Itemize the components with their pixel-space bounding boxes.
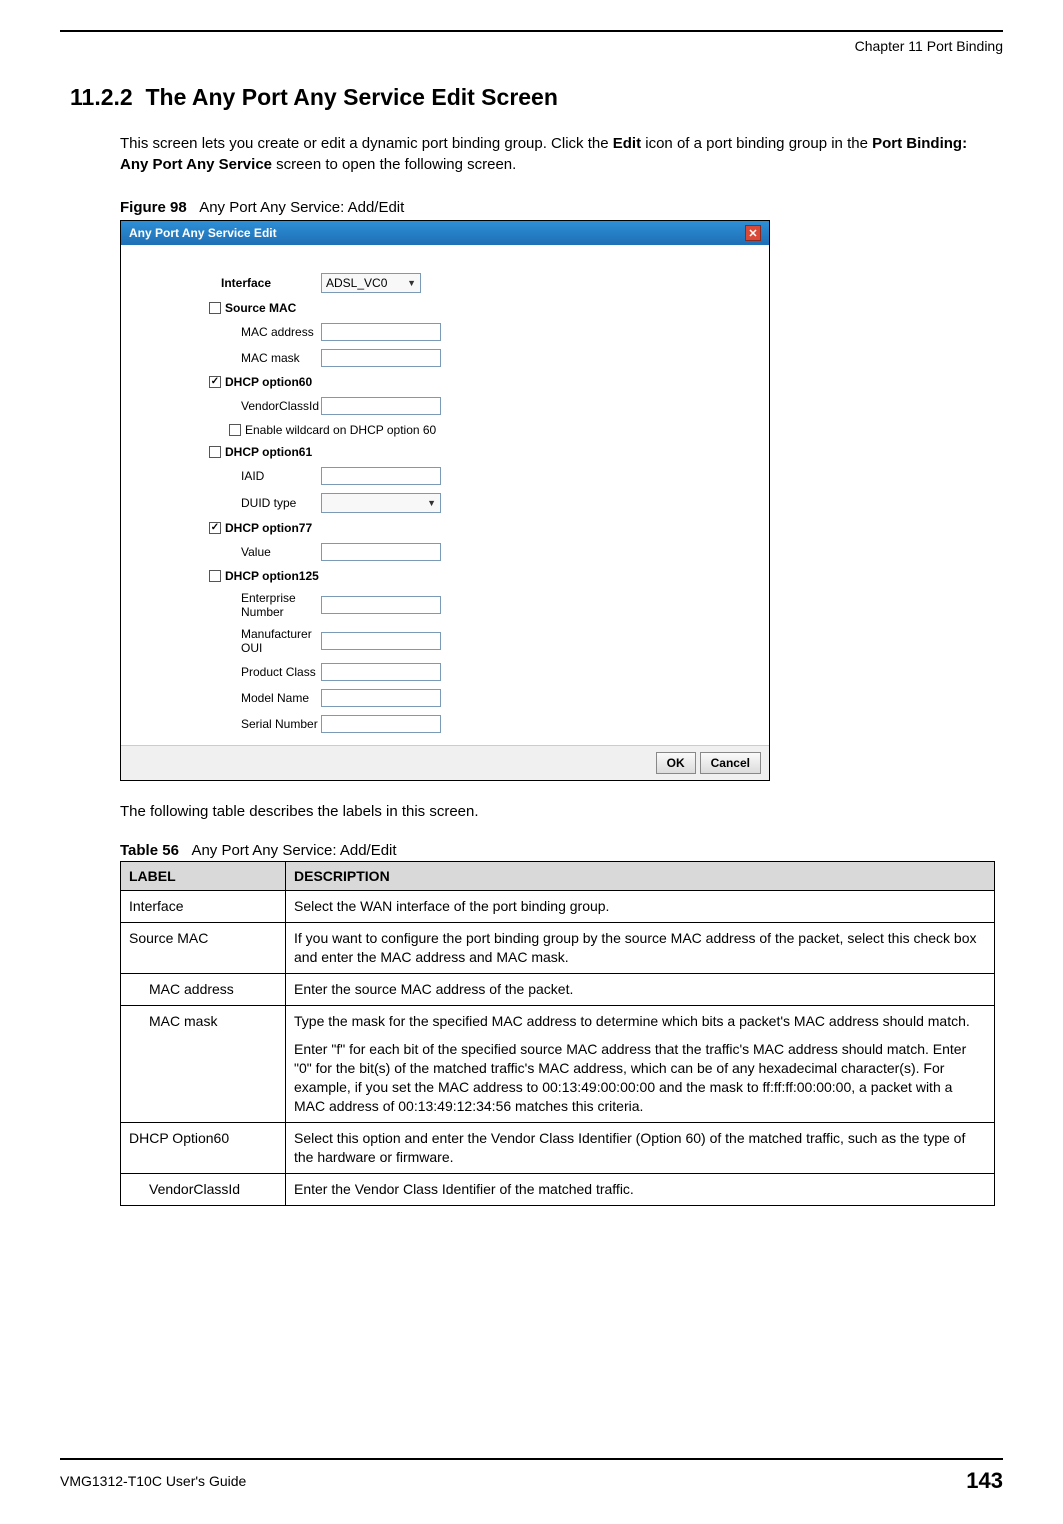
intro-bold-edit: Edit: [613, 135, 641, 152]
checkbox-icon[interactable]: [209, 376, 221, 388]
th-label: LABEL: [121, 862, 286, 891]
interface-value: ADSL_VC0: [326, 276, 387, 290]
dhcp60-label: DHCP option60: [225, 375, 312, 389]
checkbox-icon[interactable]: [209, 570, 221, 582]
dhcp61-label: DHCP option61: [225, 445, 312, 459]
table-caption: Table 56 Any Port Any Service: Add/Edit: [120, 842, 1003, 859]
dhcp77-checkbox-row[interactable]: DHCP option77: [141, 521, 321, 535]
screenshot-embed: Any Port Any Service Edit ✕ Interface AD…: [120, 220, 770, 781]
td-label: DHCP Option60: [121, 1123, 286, 1174]
vendorclassid-input[interactable]: [321, 397, 441, 415]
td-desc: Enter the source MAC address of the pack…: [286, 973, 995, 1005]
intro-t1: This screen lets you create or edit a dy…: [120, 135, 613, 152]
table-label: Table 56: [120, 842, 179, 859]
serial-number-input[interactable]: [321, 715, 441, 733]
page-footer: VMG1312-T10C User's Guide 143: [60, 1458, 1003, 1494]
footer-guide: VMG1312-T10C User's Guide: [60, 1473, 246, 1489]
dhcp125-label: DHCP option125: [225, 569, 319, 583]
td-desc: If you want to configure the port bindin…: [286, 922, 995, 973]
value-input[interactable]: [321, 543, 441, 561]
post-figure-text: The following table describes the labels…: [120, 803, 1003, 820]
enable-wildcard-label: Enable wildcard on DHCP option 60: [245, 423, 436, 437]
td-desc: Enter the Vendor Class Identifier of the…: [286, 1173, 995, 1205]
table-row: MAC mask Type the mask for the specified…: [121, 1005, 995, 1122]
section-heading: 11.2.2 The Any Port Any Service Edit Scr…: [70, 84, 1003, 111]
table-row: Source MAC If you want to configure the …: [121, 922, 995, 973]
intro-t5: screen to open the following screen.: [272, 156, 516, 173]
td-label: Source MAC: [121, 922, 286, 973]
enable-wildcard-checkbox-row[interactable]: Enable wildcard on DHCP option 60: [141, 423, 436, 437]
cancel-button[interactable]: Cancel: [700, 752, 761, 774]
dhcp60-checkbox-row[interactable]: DHCP option60: [141, 375, 321, 389]
section-number: 11.2.2: [70, 84, 133, 110]
product-class-label: Product Class: [141, 665, 321, 679]
dhcp77-label: DHCP option77: [225, 521, 312, 535]
duid-type-select[interactable]: ▼: [321, 493, 441, 513]
chevron-down-icon: ▼: [427, 498, 436, 508]
model-name-input[interactable]: [321, 689, 441, 707]
td-label: VendorClassId: [121, 1173, 286, 1205]
enterprise-number-input[interactable]: [321, 596, 441, 614]
checkbox-icon[interactable]: [209, 446, 221, 458]
close-icon[interactable]: ✕: [745, 225, 761, 241]
intro-t3: icon of a port binding group in the: [641, 135, 872, 152]
enterprise-number-label: Enterprise Number: [141, 591, 321, 619]
ok-button[interactable]: OK: [656, 752, 696, 774]
iaid-input[interactable]: [321, 467, 441, 485]
td-label: Interface: [121, 891, 286, 923]
table-row: MAC address Enter the source MAC address…: [121, 973, 995, 1005]
vendorclassid-label: VendorClassId: [141, 399, 321, 413]
figure-label: Figure 98: [120, 199, 187, 216]
dialog-header: Any Port Any Service Edit ✕: [121, 221, 769, 245]
section-title: The Any Port Any Service Edit Screen: [145, 84, 557, 110]
iaid-label: IAID: [141, 469, 321, 483]
source-mac-label: Source MAC: [225, 301, 296, 315]
td-desc: Select the WAN interface of the port bin…: [286, 891, 995, 923]
product-class-input[interactable]: [321, 663, 441, 681]
manufacturer-oui-input[interactable]: [321, 632, 441, 650]
serial-number-label: Serial Number: [141, 717, 321, 731]
manufacturer-oui-label: Manufacturer OUI: [141, 627, 321, 655]
figure-caption: Figure 98 Any Port Any Service: Add/Edit: [120, 199, 1003, 216]
td-desc: Type the mask for the specified MAC addr…: [286, 1005, 995, 1122]
table-title: Any Port Any Service: Add/Edit: [191, 842, 396, 859]
th-description: DESCRIPTION: [286, 862, 995, 891]
checkbox-icon[interactable]: [209, 522, 221, 534]
dialog-title: Any Port Any Service Edit: [129, 226, 277, 240]
td-desc-p1: Type the mask for the specified MAC addr…: [294, 1012, 986, 1031]
checkbox-icon[interactable]: [229, 424, 241, 436]
description-table: LABEL DESCRIPTION Interface Select the W…: [120, 861, 995, 1206]
table-row: DHCP Option60 Select this option and ent…: [121, 1123, 995, 1174]
dhcp61-checkbox-row[interactable]: DHCP option61: [141, 445, 321, 459]
td-label: MAC mask: [121, 1005, 286, 1122]
model-name-label: Model Name: [141, 691, 321, 705]
td-label: MAC address: [121, 973, 286, 1005]
figure-title: Any Port Any Service: Add/Edit: [199, 199, 404, 216]
duid-type-label: DUID type: [141, 496, 321, 510]
interface-select[interactable]: ADSL_VC0 ▼: [321, 273, 421, 293]
table-row: VendorClassId Enter the Vendor Class Ide…: [121, 1173, 995, 1205]
page-number: 143: [966, 1468, 1003, 1494]
table-row: Interface Select the WAN interface of th…: [121, 891, 995, 923]
dialog-footer: OK Cancel: [121, 745, 769, 780]
source-mac-checkbox-row[interactable]: Source MAC: [141, 301, 321, 315]
td-desc-p2: Enter "f" for each bit of the specified …: [294, 1040, 986, 1116]
intro-paragraph: This screen lets you create or edit a dy…: [120, 133, 983, 175]
chevron-down-icon: ▼: [407, 278, 416, 288]
checkbox-icon[interactable]: [209, 302, 221, 314]
mac-address-input[interactable]: [321, 323, 441, 341]
mac-mask-label: MAC mask: [141, 351, 321, 365]
td-desc: Select this option and enter the Vendor …: [286, 1123, 995, 1174]
mac-address-label: MAC address: [141, 325, 321, 339]
chapter-header: Chapter 11 Port Binding: [60, 38, 1003, 54]
mac-mask-input[interactable]: [321, 349, 441, 367]
interface-label: Interface: [141, 276, 321, 290]
value-label: Value: [141, 545, 321, 559]
dhcp125-checkbox-row[interactable]: DHCP option125: [141, 569, 321, 583]
